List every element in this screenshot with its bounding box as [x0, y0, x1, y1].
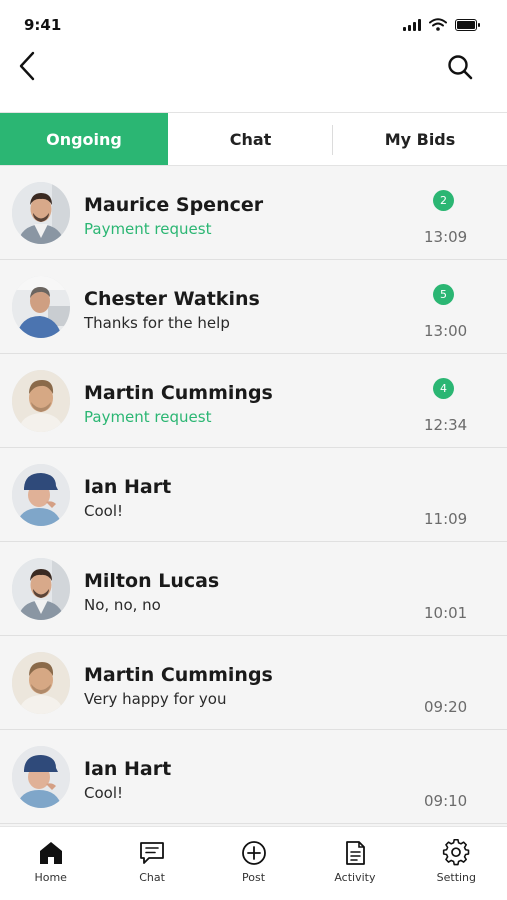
header — [0, 44, 507, 112]
contact-name: Martin Cummings — [84, 382, 273, 404]
home-icon — [39, 842, 62, 864]
chevron-left-icon — [19, 51, 35, 81]
avatar — [12, 182, 70, 244]
man-cap-avatar-icon — [12, 464, 70, 526]
man-stubble-avatar-icon — [12, 370, 70, 432]
avatar — [12, 276, 70, 338]
chat-row[interactable]: Ian Hart Cool! 09:10 — [0, 730, 507, 824]
nav-chat[interactable]: Chat — [101, 827, 202, 900]
message-time: 10:01 — [424, 604, 468, 622]
cellular-signal-icon — [403, 18, 421, 31]
battery-icon — [455, 18, 480, 31]
message-time: 09:10 — [424, 792, 468, 810]
man-cap-avatar-icon — [12, 746, 70, 808]
nav-post[interactable]: Post — [203, 827, 304, 900]
status-icons — [403, 18, 480, 31]
tab-ongoing[interactable]: Ongoing — [0, 113, 168, 165]
search-button[interactable] — [445, 52, 475, 82]
nav-label: Activity — [334, 871, 376, 884]
avatar — [12, 558, 70, 620]
chat-row[interactable]: Milton Lucas No, no, no 10:01 — [0, 542, 507, 636]
chat-row[interactable]: Maurice Spencer Payment request 2 13:09 — [0, 166, 507, 260]
tab-chat[interactable]: Chat — [168, 113, 333, 165]
nav-setting[interactable]: Setting — [406, 827, 507, 900]
unread-badge: 5 — [433, 284, 454, 305]
contact-name: Milton Lucas — [84, 570, 220, 592]
last-message: Cool! — [84, 784, 124, 802]
last-message: Payment request — [84, 220, 212, 238]
chat-bubble-icon — [140, 842, 165, 864]
chat-row[interactable]: Martin Cummings Very happy for you 09:20 — [0, 636, 507, 730]
status-time: 9:41 — [24, 16, 62, 34]
gear-icon — [443, 839, 470, 866]
wifi-icon — [429, 18, 447, 31]
message-time: 13:00 — [424, 322, 468, 340]
man-suit-avatar-icon — [12, 182, 70, 244]
avatar — [12, 746, 70, 808]
nav-label: Chat — [139, 871, 165, 884]
last-message: Very happy for you — [84, 690, 227, 708]
tab-my-bids[interactable]: My Bids — [333, 113, 507, 165]
contact-name: Martin Cummings — [84, 664, 273, 686]
chat-row[interactable]: Ian Hart Cool! 11:09 — [0, 448, 507, 542]
message-time: 09:20 — [424, 698, 468, 716]
nav-label: Home — [34, 871, 67, 884]
message-time: 11:09 — [424, 510, 468, 528]
man-blue-shirt-avatar-icon — [12, 276, 70, 338]
last-message: Payment request — [84, 408, 212, 426]
unread-badge: 4 — [433, 378, 454, 399]
chat-row[interactable]: Chester Watkins Thanks for the help 5 13… — [0, 260, 507, 354]
chat-row[interactable]: Martin Cummings Payment request 4 12:34 — [0, 354, 507, 448]
back-button[interactable] — [12, 48, 42, 84]
status-bar: 9:41 — [0, 0, 507, 44]
contact-name: Chester Watkins — [84, 288, 260, 310]
contact-name: Ian Hart — [84, 476, 172, 498]
man-suit-avatar-icon — [12, 558, 70, 620]
tab-bar: Ongoing Chat My Bids — [0, 112, 507, 166]
man-stubble-avatar-icon — [12, 652, 70, 714]
contact-name: Maurice Spencer — [84, 194, 264, 216]
message-time: 13:09 — [424, 228, 468, 246]
search-icon — [448, 55, 473, 80]
bottom-nav: Home Chat Post Activity Setting — [0, 826, 507, 900]
contact-name: Ian Hart — [84, 758, 172, 780]
message-time: 12:34 — [424, 416, 468, 434]
nav-label: Post — [242, 871, 266, 884]
avatar — [12, 370, 70, 432]
avatar — [12, 652, 70, 714]
nav-activity[interactable]: Activity — [304, 827, 405, 900]
last-message: Cool! — [84, 502, 124, 520]
nav-label: Setting — [436, 871, 477, 884]
plus-circle-icon — [241, 841, 266, 865]
chat-list: Maurice Spencer Payment request 2 13:09 … — [0, 166, 507, 826]
document-icon — [346, 841, 365, 865]
last-message: No, no, no — [84, 596, 161, 614]
nav-home[interactable]: Home — [0, 827, 101, 900]
last-message: Thanks for the help — [84, 314, 230, 332]
avatar — [12, 464, 70, 526]
unread-badge: 2 — [433, 190, 454, 211]
